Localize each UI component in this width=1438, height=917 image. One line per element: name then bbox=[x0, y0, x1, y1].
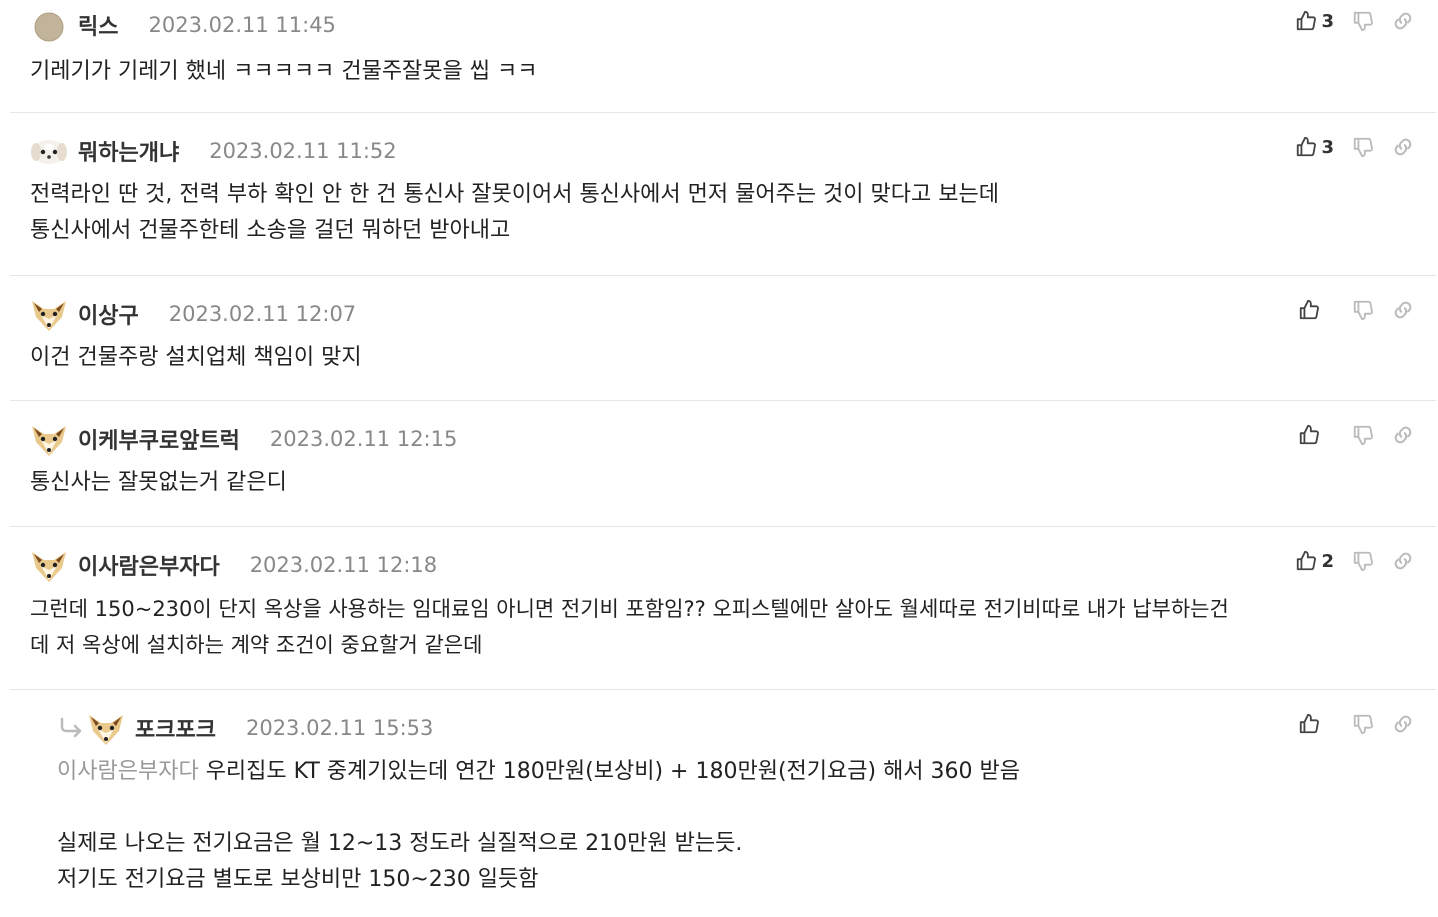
comment-item: 이사람은부자다 2023.02.11 12:18 2 그런데 150~230이 … bbox=[10, 527, 1436, 690]
comment-body: 전력라인 딴 것, 전력 부하 확인 안 한 건 통신사 잘못이어서 통신사에서… bbox=[30, 176, 1436, 265]
link-button[interactable] bbox=[1392, 299, 1414, 321]
like-button[interactable]: 3 bbox=[1295, 10, 1334, 32]
link-icon bbox=[1394, 426, 1412, 444]
link-button[interactable] bbox=[1392, 424, 1414, 446]
thumbs-up-icon bbox=[1297, 136, 1317, 157]
thumbs-down-icon bbox=[1353, 425, 1373, 446]
thumbs-up-icon bbox=[1299, 299, 1319, 320]
comment-text: 저기도 전기요금 별도로 보상비만 150~230 일듯함 bbox=[57, 867, 539, 892]
dislike-button[interactable] bbox=[1352, 10, 1374, 32]
like-button[interactable] bbox=[1298, 299, 1334, 321]
avatar[interactable] bbox=[30, 420, 68, 458]
link-icon bbox=[1394, 552, 1412, 570]
reply-arrow-icon bbox=[57, 714, 85, 742]
comment-item: 이케부쿠로앞트럭 2023.02.11 12:15 통신사는 잘못없는거 같은디 bbox=[10, 401, 1436, 527]
nickname[interactable]: 이사람은부자다 bbox=[78, 549, 220, 581]
comment-body: 그런데 150~230이 단지 옥상을 사용하는 임대료임 아니면 전기비 포함… bbox=[30, 590, 1436, 679]
dislike-button[interactable] bbox=[1352, 136, 1374, 158]
comment-text: 통신사는 잘못없는거 같은디 bbox=[30, 470, 287, 495]
like-button[interactable]: 2 bbox=[1295, 550, 1334, 572]
avatar[interactable] bbox=[30, 546, 68, 584]
link-icon bbox=[1394, 12, 1412, 30]
comment-text-span: 우리집도 KT 중계기있는데 연간 180만원(보상비) + 180만원(전기요… bbox=[205, 759, 1021, 784]
nickname[interactable]: 이상구 bbox=[78, 298, 139, 330]
link-icon bbox=[1394, 301, 1412, 319]
dislike-button[interactable] bbox=[1352, 299, 1374, 321]
thumbs-down-icon bbox=[1353, 551, 1373, 572]
timestamp: 2023.02.11 11:52 bbox=[209, 139, 397, 163]
thumbs-down-icon bbox=[1353, 300, 1373, 321]
avatar[interactable] bbox=[30, 295, 68, 333]
timestamp: 2023.02.11 15:53 bbox=[245, 716, 434, 740]
reply-item: 포크포크 2023.02.11 15:53 이사람은부자다 우리집도 KT 중계… bbox=[10, 690, 1436, 917]
timestamp: 2023.02.11 12:07 bbox=[168, 302, 357, 326]
like-count: 3 bbox=[1321, 10, 1334, 32]
comment-body: 이건 건물주랑 설치업체 책임이 맞지 bbox=[30, 339, 1436, 392]
comment-text: 기레기가 기레기 했네 ㅋㅋㅋㅋㅋ 건물주잘못을 씹 ㅋㅋ bbox=[30, 59, 538, 84]
comment-actions: 2 bbox=[1277, 546, 1414, 576]
comment-text: 전력라인 딴 것, 전력 부하 확인 안 한 건 통신사 잘못이어서 통신사에서… bbox=[30, 182, 999, 207]
comment-item: 릭스 2023.02.11 11:45 3 기레기가 기레기 했네 ㅋㅋㅋㅋㅋ … bbox=[10, 0, 1436, 113]
dislike-button[interactable] bbox=[1352, 550, 1374, 572]
comment-actions: 3 bbox=[1277, 132, 1414, 162]
thumbs-up-icon bbox=[1299, 713, 1319, 734]
comment-header: 뭐하는개냐 2023.02.11 11:52 3 bbox=[30, 126, 1436, 176]
comment-header: 릭스 2023.02.11 11:45 3 bbox=[30, 0, 1436, 50]
comment-header: 포크포크 2023.02.11 15:53 bbox=[57, 703, 1436, 753]
comment-list: 릭스 2023.02.11 11:45 3 기레기가 기레기 했네 ㅋㅋㅋㅋㅋ … bbox=[0, 0, 1438, 917]
comment-actions: 3 bbox=[1277, 6, 1414, 36]
comment-actions bbox=[1280, 709, 1414, 739]
link-icon bbox=[1394, 138, 1412, 156]
avatar[interactable] bbox=[30, 6, 68, 44]
like-button[interactable] bbox=[1298, 713, 1334, 735]
comment-header: 이사람은부자다 2023.02.11 12:18 2 bbox=[30, 540, 1436, 590]
like-button[interactable] bbox=[1298, 424, 1334, 446]
like-button[interactable]: 3 bbox=[1295, 136, 1334, 158]
nickname[interactable]: 포크포크 bbox=[135, 712, 216, 744]
like-count: 3 bbox=[1321, 136, 1334, 158]
comment-body: 통신사는 잘못없는거 같은디 bbox=[30, 464, 1436, 517]
link-button[interactable] bbox=[1392, 10, 1414, 32]
comment-text: 실제로 나오는 전기요금은 월 12~13 정도라 실질적으로 210만원 받는… bbox=[57, 831, 743, 856]
comment-header: 이케부쿠로앞트럭 2023.02.11 12:15 bbox=[30, 414, 1436, 464]
dislike-button[interactable] bbox=[1352, 713, 1374, 735]
avatar[interactable] bbox=[30, 132, 68, 170]
comment-body: 이사람은부자다 우리집도 KT 중계기있는데 연간 180만원(보상비) + 1… bbox=[57, 753, 1436, 914]
timestamp: 2023.02.11 12:15 bbox=[269, 427, 458, 451]
dislike-button[interactable] bbox=[1352, 424, 1374, 446]
like-count: 2 bbox=[1321, 550, 1334, 572]
link-button[interactable] bbox=[1392, 550, 1414, 572]
nickname[interactable]: 이케부쿠로앞트럭 bbox=[78, 423, 240, 455]
comment-text: 데 저 옥상에 설치하는 계약 조건이 중요할거 같은데 bbox=[30, 633, 483, 657]
link-button[interactable] bbox=[1392, 713, 1414, 735]
nickname[interactable]: 릭스 bbox=[78, 9, 118, 41]
comment-actions bbox=[1280, 420, 1414, 450]
nickname[interactable]: 뭐하는개냐 bbox=[78, 135, 179, 167]
comment-text: 통신사에서 건물주한테 소송을 걸던 뭐하던 받아내고 bbox=[30, 218, 511, 243]
comment-header: 이상구 2023.02.11 12:07 bbox=[30, 289, 1436, 339]
timestamp: 2023.02.11 12:18 bbox=[249, 553, 438, 577]
link-button[interactable] bbox=[1392, 136, 1414, 158]
thumbs-down-icon bbox=[1353, 11, 1373, 32]
thumbs-down-icon bbox=[1353, 137, 1373, 158]
comment-text: 이사람은부자다 우리집도 KT 중계기있는데 연간 180만원(보상비) + 1… bbox=[57, 754, 1416, 790]
thumbs-up-icon bbox=[1297, 550, 1317, 571]
thumbs-up-icon bbox=[1297, 10, 1317, 31]
thumbs-up-icon bbox=[1299, 424, 1319, 445]
comment-body: 기레기가 기레기 했네 ㅋㅋㅋㅋㅋ 건물주잘못을 씹 ㅋㅋ bbox=[30, 50, 1436, 106]
comment-text: 이건 건물주랑 설치업체 책임이 맞지 bbox=[30, 345, 362, 370]
avatar[interactable] bbox=[87, 709, 125, 747]
comment-item: 이상구 2023.02.11 12:07 이건 건물주랑 설치업체 책임이 맞지 bbox=[10, 276, 1436, 401]
link-icon bbox=[1394, 715, 1412, 733]
mention-link[interactable]: 이사람은부자다 bbox=[57, 759, 199, 784]
comment-item: 뭐하는개냐 2023.02.11 11:52 3 전력라인 딴 것, 전력 부하… bbox=[10, 113, 1436, 276]
thumbs-down-icon bbox=[1353, 714, 1373, 735]
comment-actions bbox=[1280, 295, 1414, 325]
comment-text: 그런데 150~230이 단지 옥상을 사용하는 임대료임 아니면 전기비 포함… bbox=[30, 597, 1229, 621]
timestamp: 2023.02.11 11:45 bbox=[148, 13, 336, 37]
